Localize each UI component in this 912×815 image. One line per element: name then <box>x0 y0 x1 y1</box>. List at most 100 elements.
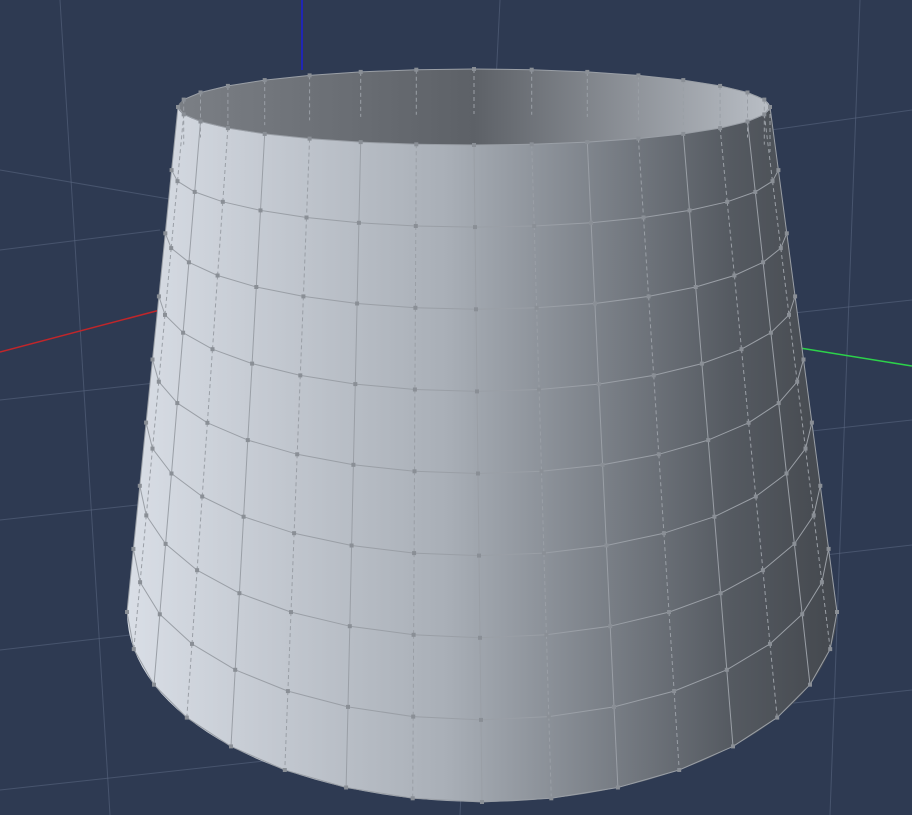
mesh-vertex <box>534 305 539 310</box>
mesh-vertex <box>778 246 783 251</box>
mesh-vertex <box>615 785 620 790</box>
mesh-vertex <box>636 73 641 78</box>
mesh-vertex <box>776 168 781 173</box>
mesh-vertex <box>787 312 791 317</box>
mesh-vertex <box>768 330 773 335</box>
mesh-vertex <box>344 785 349 790</box>
mesh-vertex <box>746 420 751 425</box>
mesh-vertex <box>835 610 839 614</box>
mesh-vertex <box>125 610 129 614</box>
mesh-vertex <box>225 83 230 88</box>
mesh-vertex <box>157 612 162 617</box>
mesh-vertex <box>784 231 789 236</box>
mesh-vertex <box>731 744 735 749</box>
viewport-scene[interactable] <box>0 0 912 815</box>
mesh-vertex <box>529 67 534 72</box>
mesh-vertex <box>672 689 677 694</box>
mesh-vertex <box>169 168 174 173</box>
mesh-vertex <box>539 469 544 474</box>
mesh-vertex <box>809 420 814 425</box>
mesh-vertex <box>479 717 483 722</box>
mesh-vertex <box>225 126 230 131</box>
mesh-vertex <box>818 483 823 488</box>
y-axis-line <box>799 347 912 367</box>
mesh-vertex <box>811 513 816 518</box>
mesh-vertex <box>687 208 692 213</box>
mesh-vertex <box>254 285 259 289</box>
grid-line <box>829 0 861 815</box>
mesh-vertex <box>681 78 686 83</box>
mesh-edge <box>473 143 532 146</box>
3d-viewport[interactable] <box>0 0 912 815</box>
cone-mesh[interactable] <box>125 67 839 804</box>
mesh-vertex <box>776 401 781 406</box>
mesh-vertex <box>762 97 767 102</box>
mesh-vertex <box>349 543 354 548</box>
mesh-vertex <box>667 610 671 615</box>
mesh-vertex <box>803 446 808 451</box>
mesh-vertex <box>163 231 168 236</box>
mesh-vertex <box>681 131 686 136</box>
mesh-vertex <box>808 682 812 687</box>
mesh-vertex <box>795 379 800 384</box>
mesh-vertex <box>768 641 772 646</box>
mesh-vertex <box>186 260 191 265</box>
mesh-vertex <box>480 800 484 804</box>
mesh-vertex <box>828 647 833 652</box>
mesh-vertex <box>732 273 737 278</box>
mesh-vertex <box>477 553 481 558</box>
mesh-vertex <box>541 551 546 556</box>
mesh-vertex <box>195 568 200 573</box>
mesh-vertex <box>351 462 356 467</box>
mesh-vertex <box>346 704 350 709</box>
mesh-vertex <box>612 704 616 709</box>
mesh-vertex <box>200 494 205 499</box>
mesh-vertex <box>745 119 750 124</box>
mesh-vertex <box>476 471 480 476</box>
grid-line <box>0 229 161 251</box>
mesh-vertex <box>412 469 417 474</box>
mesh-vertex <box>347 624 352 629</box>
mesh-vertex <box>304 215 309 220</box>
mesh-vertex <box>718 126 723 131</box>
mesh-vertex <box>712 514 717 519</box>
mesh-vertex <box>192 189 197 194</box>
mesh-vertex <box>205 420 210 425</box>
mesh-vertex <box>760 568 765 573</box>
mesh-vertex <box>250 361 255 366</box>
mesh-edge <box>416 143 475 146</box>
mesh-vertex <box>262 78 267 83</box>
mesh-vertex <box>176 105 180 109</box>
mesh-vertex <box>472 143 476 147</box>
mesh-vertex <box>144 513 149 518</box>
mesh-vertex <box>739 347 744 352</box>
mesh-vertex <box>600 462 605 467</box>
mesh-vertex <box>549 796 554 801</box>
mesh-vertex <box>356 220 361 225</box>
mesh-vertex <box>826 546 831 551</box>
mesh-vertex <box>198 90 203 95</box>
mesh-vertex <box>537 387 542 392</box>
mesh-vertex <box>131 546 136 551</box>
mesh-vertex <box>651 373 656 378</box>
mesh-vertex <box>292 531 297 536</box>
mesh-vertex <box>661 531 666 536</box>
mesh-vertex <box>233 667 238 672</box>
mesh-vertex <box>169 246 174 251</box>
mesh-vertex <box>768 105 772 109</box>
mesh-vertex <box>353 382 358 387</box>
mesh-edge <box>416 68 475 71</box>
mesh-vertex <box>475 389 479 394</box>
mesh-vertex <box>636 136 641 141</box>
mesh-vertex <box>793 294 798 299</box>
x-axis-line <box>0 309 161 353</box>
mesh-vertex <box>761 260 766 265</box>
mesh-vertex <box>301 294 306 299</box>
mesh-vertex <box>156 379 161 384</box>
mesh-vertex <box>699 361 704 366</box>
mesh-vertex <box>784 471 789 476</box>
mesh-vertex <box>150 446 155 451</box>
mesh-vertex <box>137 483 142 488</box>
mesh-vertex <box>355 301 360 306</box>
mesh-vertex <box>718 83 723 88</box>
